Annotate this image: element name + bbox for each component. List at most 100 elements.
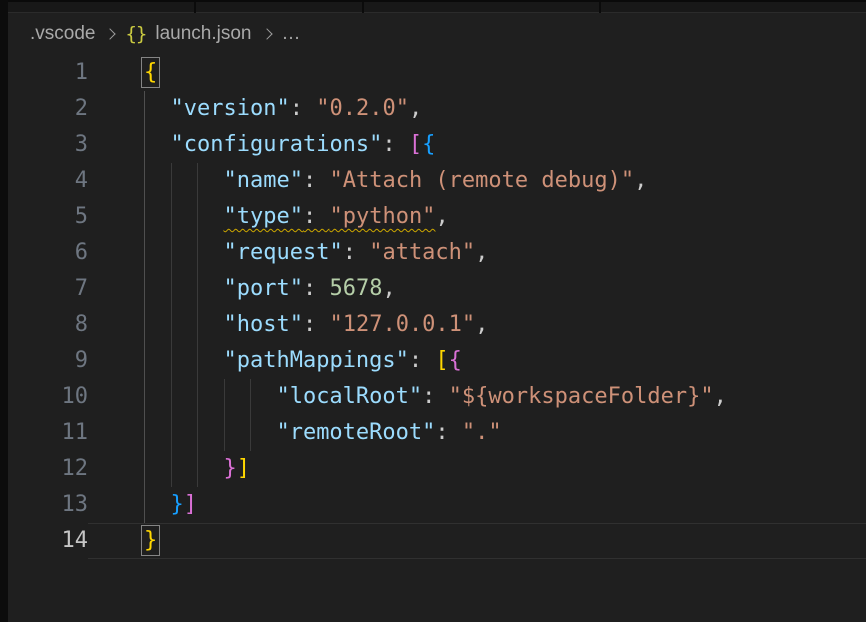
indent-guide (144, 163, 145, 199)
code-token: [ (409, 132, 422, 157)
breadcrumb-more[interactable]: … (282, 23, 302, 45)
line-number: 10 (8, 379, 88, 415)
code-line[interactable]: 3 "configurations": [{ (8, 127, 866, 163)
window-top-edge (0, 0, 866, 2)
code-token (144, 96, 171, 121)
code-token: : (290, 96, 317, 121)
code-token: , (475, 312, 488, 337)
indent-guide (171, 307, 172, 343)
line-content: "host": "127.0.0.1", (88, 307, 866, 343)
indent-guide (197, 343, 198, 379)
code-token (144, 312, 223, 337)
code-token: "python" (329, 204, 435, 229)
code-line[interactable]: 2 "version": "0.2.0", (8, 91, 866, 127)
indent-guide (171, 271, 172, 307)
line-number: 2 (8, 91, 88, 127)
line-number: 13 (8, 487, 88, 523)
indent-guide (144, 307, 145, 343)
code-token (144, 168, 223, 193)
code-token: } (223, 456, 236, 481)
line-number: 5 (8, 199, 88, 235)
code-token: "name" (223, 168, 302, 193)
json-braces-icon: {} (125, 23, 146, 45)
line-content: "request": "attach", (88, 235, 866, 271)
code-line[interactable]: 6 "request": "attach", (8, 235, 866, 271)
indent-guide (144, 235, 145, 271)
line-number: 12 (8, 451, 88, 487)
code-line[interactable]: 7 "port": 5678, (8, 271, 866, 307)
code-token: "version" (171, 96, 290, 121)
code-token: } (171, 492, 184, 517)
code-token (144, 240, 223, 265)
breadcrumb-file[interactable]: launch.json (155, 23, 251, 45)
line-content: }] (88, 487, 866, 523)
code-token: "attach" (369, 240, 475, 265)
code-token: : (303, 168, 330, 193)
indent-guide (197, 271, 198, 307)
code-token: "port" (223, 276, 302, 301)
code-token: "Attach (remote debug)" (329, 168, 634, 193)
code-token (144, 420, 276, 445)
code-token: : (422, 384, 449, 409)
indent-guide (144, 199, 145, 235)
indent-guide (171, 163, 172, 199)
code-token: "pathMappings" (223, 348, 408, 373)
code-token: 5678 (329, 276, 382, 301)
line-content: "remoteRoot": "." (88, 415, 866, 451)
code-token: "0.2.0" (316, 96, 409, 121)
code-editor[interactable]: 1{2 "version": "0.2.0",3 "configurations… (8, 55, 866, 622)
code-line[interactable]: 1{ (8, 55, 866, 91)
indent-guide (197, 199, 198, 235)
code-line[interactable]: 5 "type": "python", (8, 199, 866, 235)
breadcrumb: .vscode {} launch.json … (8, 14, 866, 54)
code-token: , (475, 240, 488, 265)
line-content: "pathMappings": [{ (88, 343, 866, 379)
indent-guide (197, 307, 198, 343)
line-number: 7 (8, 271, 88, 307)
indent-guide (171, 343, 172, 379)
code-token: , (634, 168, 647, 193)
line-content: "version": "0.2.0", (88, 91, 866, 127)
code-token: : (303, 204, 330, 229)
line-number: 4 (8, 163, 88, 199)
code-token: ] (237, 456, 250, 481)
code-token (144, 456, 223, 481)
code-lines: 1{2 "version": "0.2.0",3 "configurations… (8, 55, 866, 559)
indent-guide (144, 271, 145, 307)
matched-bracket: } (144, 528, 157, 553)
code-token (144, 204, 223, 229)
code-line[interactable]: 4 "name": "Attach (remote debug)", (8, 163, 866, 199)
code-line[interactable]: 12 }] (8, 451, 866, 487)
indent-guide (171, 379, 172, 415)
code-line[interactable]: 14} (8, 523, 866, 559)
code-token: [ (435, 348, 448, 373)
indent-guide (144, 487, 145, 523)
code-token: : (303, 312, 330, 337)
chevron-right-icon (105, 28, 116, 39)
line-number: 1 (8, 55, 88, 91)
code-line[interactable]: 8 "host": "127.0.0.1", (8, 307, 866, 343)
code-line[interactable]: 13 }] (8, 487, 866, 523)
indent-guide (250, 415, 251, 451)
code-line[interactable]: 9 "pathMappings": [{ (8, 343, 866, 379)
code-token: "type" (223, 204, 302, 229)
line-number: 8 (8, 307, 88, 343)
window-left-edge (0, 0, 8, 622)
code-token (144, 132, 171, 157)
code-line[interactable]: 11 "remoteRoot": "." (8, 415, 866, 451)
code-token: , (382, 276, 395, 301)
indent-guide (144, 379, 145, 415)
indent-guide (197, 415, 198, 451)
line-number: 14 (8, 523, 88, 559)
indent-guide (197, 379, 198, 415)
breadcrumb-folder[interactable]: .vscode (30, 23, 95, 45)
indent-guide (224, 379, 225, 415)
code-line[interactable]: 10 "localRoot": "${workspaceFolder}", (8, 379, 866, 415)
code-token: "remoteRoot" (276, 420, 435, 445)
indent-guide (144, 415, 145, 451)
code-token: : (343, 240, 370, 265)
code-token: : (303, 276, 330, 301)
line-content: "type": "python", (88, 199, 866, 235)
indent-guide (197, 235, 198, 271)
code-token: , (409, 96, 422, 121)
